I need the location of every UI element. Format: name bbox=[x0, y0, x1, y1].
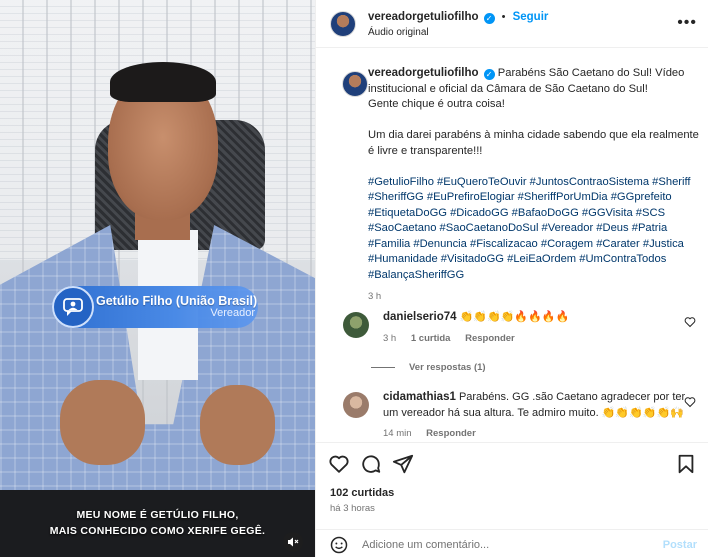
see-replies-label: Ver respostas (1) bbox=[409, 362, 486, 373]
reel-video[interactable]: Getúlio Filho (União Brasil) Vereador ME… bbox=[0, 0, 315, 557]
post-actions: 102 curtidas há 3 horas bbox=[316, 442, 708, 524]
subtitle-line-1: MEU NOME É GETÚLIO FILHO, bbox=[76, 509, 239, 521]
header-username[interactable]: vereadorgetuliofilho bbox=[368, 11, 479, 23]
reply-button[interactable]: Responder bbox=[426, 428, 476, 439]
comment-time: 3 h bbox=[383, 332, 397, 344]
header-user-line: vereadorgetuliofilho ✓ • Seguir bbox=[368, 11, 548, 24]
caption-time: 3 h bbox=[368, 291, 382, 302]
heart-icon[interactable] bbox=[684, 396, 696, 408]
see-replies-button[interactable]: Ver respostas (1) bbox=[371, 362, 486, 373]
right-hand bbox=[200, 385, 275, 465]
audio-label[interactable]: Áudio original bbox=[368, 27, 429, 38]
heart-icon[interactable] bbox=[684, 316, 696, 328]
add-comment-bar: Postar bbox=[316, 529, 708, 557]
comment-likes[interactable]: 1 curtida bbox=[411, 333, 451, 344]
like-heart-icon[interactable] bbox=[328, 453, 350, 475]
commenter-avatar[interactable] bbox=[343, 312, 369, 338]
hair bbox=[110, 62, 216, 102]
avatar[interactable] bbox=[330, 11, 356, 37]
more-horizontal-icon[interactable]: ••• bbox=[677, 14, 697, 32]
comment-meta: 3 h 1 curtida Responder bbox=[383, 331, 693, 347]
comment-input[interactable] bbox=[362, 536, 652, 554]
caption-avatar[interactable] bbox=[342, 71, 368, 97]
comment-username[interactable]: cidamathias1 bbox=[383, 391, 456, 403]
likes-count[interactable]: 102 curtidas bbox=[330, 487, 394, 499]
comment-body: cidamathias1 Parabéns. GG .são Caetano a… bbox=[383, 390, 693, 442]
caption-hashtags[interactable]: #GetulioFilho #EuQueroTeOuvir #JuntosCon… bbox=[368, 175, 706, 284]
comment-meta: 14 min Responder bbox=[383, 426, 693, 442]
video-subtitle: MEU NOME É GETÚLIO FILHO, MAIS CONHECIDO… bbox=[0, 507, 315, 539]
post-comment-button[interactable]: Postar bbox=[663, 539, 697, 551]
comment-body: danielserio74 👏👏👏👏🔥🔥🔥🔥 3 h 1 curtida Res… bbox=[383, 310, 693, 346]
caption-line-3: Um dia darei parabéns à minha cidade sab… bbox=[368, 129, 699, 157]
replies-divider bbox=[371, 367, 395, 368]
chat-person-icon bbox=[52, 286, 94, 328]
share-send-icon[interactable] bbox=[392, 453, 414, 475]
follow-button[interactable]: Seguir bbox=[513, 11, 549, 23]
caption-username[interactable]: vereadorgetuliofilho bbox=[368, 67, 479, 79]
verified-icon: ✓ bbox=[483, 13, 495, 24]
commenter-avatar[interactable] bbox=[343, 392, 369, 418]
comment-text: 👏👏👏👏🔥🔥🔥🔥 bbox=[459, 311, 570, 323]
emoji-icon[interactable] bbox=[330, 536, 348, 554]
comment-icon[interactable] bbox=[360, 453, 382, 475]
bookmark-icon[interactable] bbox=[675, 453, 697, 475]
caption-text: vereadorgetuliofilho ✓ Parabéns São Caet… bbox=[368, 66, 706, 305]
lower-third-role: Vereador bbox=[210, 307, 255, 319]
post-time: há 3 horas bbox=[330, 503, 375, 514]
verified-icon: ✓ bbox=[483, 69, 495, 81]
subtitle-line-2: MAIS CONHECIDO COMO XERIFE GEGÊ. bbox=[49, 525, 266, 537]
post-panel: vereadorgetuliofilho ✓ • Seguir Áudio or… bbox=[315, 0, 708, 557]
caption-line-2: Gente chique é outra coisa! bbox=[368, 98, 505, 110]
lower-third-name: Getúlio Filho (União Brasil) bbox=[96, 294, 258, 308]
post-header: vereadorgetuliofilho ✓ • Seguir Áudio or… bbox=[316, 0, 708, 48]
left-hand bbox=[60, 380, 145, 465]
separator-dot: • bbox=[501, 11, 506, 23]
comment-username[interactable]: danielserio74 bbox=[383, 311, 457, 323]
comment-time: 14 min bbox=[383, 428, 412, 439]
speaker-muted-icon[interactable] bbox=[283, 532, 303, 552]
reply-button[interactable]: Responder bbox=[465, 333, 515, 344]
